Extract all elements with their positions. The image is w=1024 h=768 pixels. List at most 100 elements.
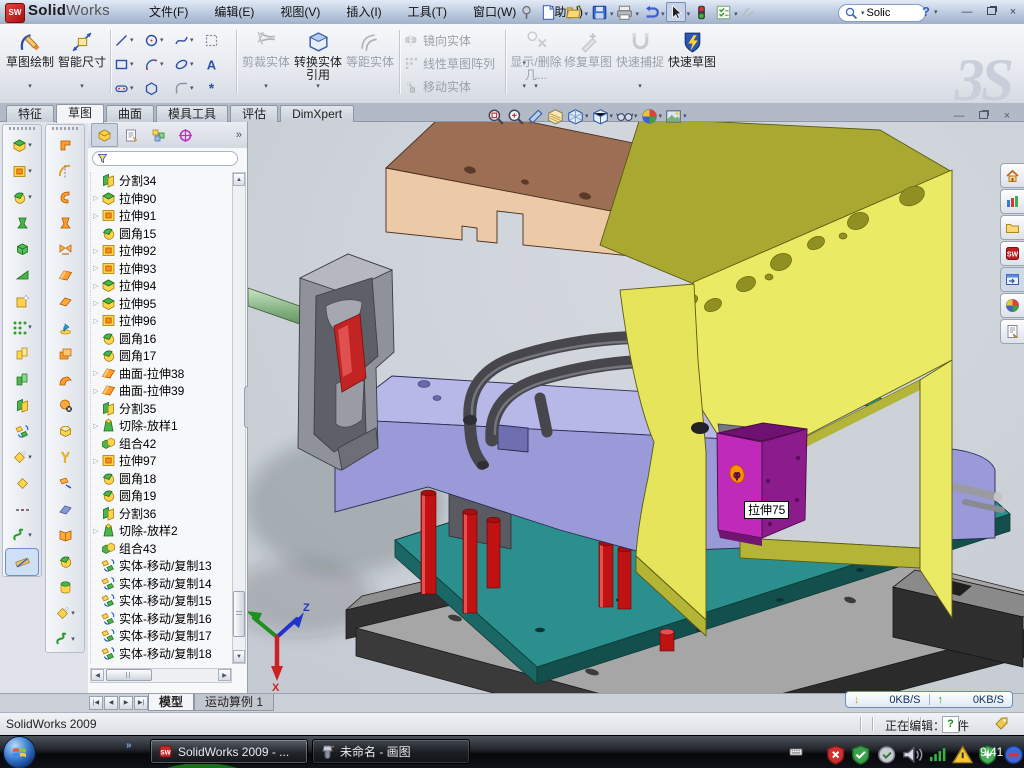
toolbar-button-extrudeG[interactable]: ▾ — [3, 132, 41, 158]
ribbon-button-quicksketch[interactable]: 快速草图 — [666, 26, 718, 100]
tree-item[interactable]: 圆角15 — [91, 225, 232, 243]
toolbar-button-extrudeO[interactable]: ▾ — [3, 158, 41, 184]
tray-security-alert[interactable] — [825, 744, 846, 765]
toolbar-button-pairY[interactable] — [3, 340, 41, 366]
dropdown-arrow-icon[interactable]: ▾ — [734, 3, 738, 21]
tree-item[interactable]: 分割35 — [91, 400, 232, 418]
sketch-tool-sfillet[interactable]: ▾ — [174, 81, 204, 96]
print-icon[interactable] — [615, 2, 635, 22]
overflow-icon[interactable] — [739, 2, 759, 22]
view-orientation-icon[interactable]: ▾ — [592, 108, 614, 125]
toolbar-button-boot[interactable] — [3, 210, 41, 236]
toolbar-button-wishbone[interactable] — [46, 444, 84, 470]
tag-icon[interactable] — [994, 716, 1009, 731]
select-icon[interactable] — [666, 2, 686, 22]
menu-item[interactable]: 视图(V) — [267, 0, 333, 24]
toolbar-button-arrowup[interactable] — [46, 314, 84, 340]
graphics-viewport[interactable]: φ Y Z X — [248, 122, 1024, 693]
tray-antivirus[interactable] — [850, 744, 871, 765]
tree-item[interactable]: 圆角16 — [91, 330, 232, 348]
sheet-nav-button[interactable]: ▶| — [134, 696, 148, 710]
toolbar-button-movecopy[interactable] — [3, 418, 41, 444]
expand-arrow-icon[interactable]: ▷ — [91, 194, 101, 202]
sheet-tab-模型[interactable]: 模型 — [148, 694, 194, 711]
scroll-right-icon[interactable]: ▶ — [218, 669, 231, 681]
open-icon[interactable] — [564, 2, 584, 22]
toolbar-button-measure[interactable] — [5, 548, 39, 576]
sketch-tool-slot[interactable]: ▾ — [114, 81, 144, 96]
dropdown-arrow-icon[interactable]: ▾ — [559, 3, 563, 21]
toolbar-button-squiggle[interactable]: ▾ — [46, 626, 84, 652]
zoom-to-fit-icon[interactable] — [487, 108, 504, 125]
toolbar-button-flagO[interactable] — [46, 470, 84, 496]
menu-item[interactable]: 工具(T) — [395, 0, 460, 24]
toolbar-button-ballx[interactable] — [46, 392, 84, 418]
toolbar-button-fillet[interactable] — [46, 548, 84, 574]
expand-arrow-icon[interactable]: ▷ — [91, 527, 101, 535]
expand-arrow-icon[interactable]: ▷ — [91, 369, 101, 377]
tree-item[interactable]: 圆角18 — [91, 470, 232, 488]
panel-overflow-icon[interactable]: » — [236, 129, 247, 141]
tab-特征[interactable]: 特征 — [6, 105, 54, 123]
undo-icon[interactable] — [640, 2, 660, 22]
tree-item[interactable]: ▷拉伸92 — [91, 242, 232, 260]
sheet-nav-button[interactable]: |◀ — [89, 696, 103, 710]
scroll-down-icon[interactable]: ▼ — [233, 650, 245, 663]
sketch-tool-circle[interactable]: ▾ — [144, 33, 174, 48]
tree-item[interactable]: ▷拉伸94 — [91, 277, 232, 295]
dropdown-arrow-icon[interactable]: ▾ — [636, 3, 640, 21]
sheet-nav-button[interactable]: ◀ — [104, 696, 118, 710]
edit-appearance-icon[interactable]: ▾ — [641, 108, 663, 125]
expand-arrow-icon[interactable]: ▷ — [91, 299, 101, 307]
sketch-tool-textA[interactable]: A — [204, 57, 234, 72]
ribbon-button-convert[interactable]: 转换实体引用▾ — [292, 26, 344, 100]
tree-item[interactable]: ▷曲面-拉伸38 — [91, 365, 232, 383]
toolbar-button-pairG[interactable] — [3, 366, 41, 392]
taskpane-home[interactable] — [1000, 163, 1024, 188]
restore-button[interactable] — [981, 6, 1001, 20]
expand-arrow-icon[interactable]: ▷ — [91, 457, 101, 465]
search-box[interactable]: ▾ — [838, 4, 926, 22]
dimxpert-manager-tab[interactable] — [172, 123, 199, 147]
toolbar-button-dashline[interactable] — [3, 496, 41, 522]
property-manager-tab[interactable] — [118, 123, 145, 147]
ribbon-button-sketchpencil[interactable]: 草图绘制▾ — [4, 26, 56, 100]
scrollbar-thumb[interactable] — [106, 669, 152, 681]
tab-模具工具[interactable]: 模具工具 — [156, 105, 228, 123]
tree-item[interactable]: 实体-移动/复制18 — [91, 645, 232, 663]
close-button[interactable]: × — [1003, 6, 1023, 20]
menu-item[interactable]: 插入(I) — [333, 0, 394, 24]
taskpane-design-library[interactable] — [1000, 189, 1024, 214]
view-settings-icon[interactable] — [547, 108, 564, 125]
toolbar-button-cubeG[interactable] — [3, 236, 41, 262]
toolbar-button-fillet[interactable]: ▾ — [3, 184, 41, 210]
tree-item[interactable]: ▷拉伸93 — [91, 260, 232, 278]
toolbar-button-split[interactable] — [3, 392, 41, 418]
new-document-icon[interactable] — [538, 2, 558, 22]
tree-item[interactable]: ▷拉伸96 — [91, 312, 232, 330]
tray-warning[interactable] — [952, 744, 973, 765]
viewport-restore-button[interactable] — [972, 109, 994, 124]
sheet-nav-button[interactable]: ▶ — [119, 696, 133, 710]
toolbar-button-openbox[interactable] — [46, 418, 84, 444]
tree-item[interactable]: 实体-移动/复制15 — [91, 592, 232, 610]
dropdown-arrow-icon[interactable]: ▾ — [687, 3, 691, 21]
tree-item[interactable]: ▷拉伸97 — [91, 452, 232, 470]
quick-launch-overflow[interactable]: » — [126, 740, 132, 751]
sheet-tab-运动算例 1[interactable]: 运动算例 1 — [194, 694, 274, 711]
zoom-to-area-icon[interactable] — [507, 108, 524, 125]
tree-item[interactable]: ▷切除-放样1 — [91, 417, 232, 435]
save-icon[interactable] — [589, 2, 609, 22]
sketch-tool-ellipse[interactable]: ▾ — [174, 57, 204, 72]
dropdown-arrow-icon[interactable]: ▾ — [585, 3, 589, 21]
toolbar-button-surf[interactable] — [46, 262, 84, 288]
scrollbar-thumb[interactable] — [233, 591, 245, 637]
search-input[interactable] — [867, 7, 905, 19]
tray-network[interactable] — [927, 744, 948, 765]
toolbar-button-dots[interactable]: ▾ — [3, 314, 41, 340]
scroll-left-icon[interactable]: ◀ — [91, 669, 104, 681]
section-view-icon[interactable] — [527, 108, 544, 125]
toolbar-button-diamondY[interactable] — [3, 470, 41, 496]
taskpane-file-explorer[interactable] — [1000, 215, 1024, 240]
tray-blocked[interactable] — [1003, 744, 1024, 765]
